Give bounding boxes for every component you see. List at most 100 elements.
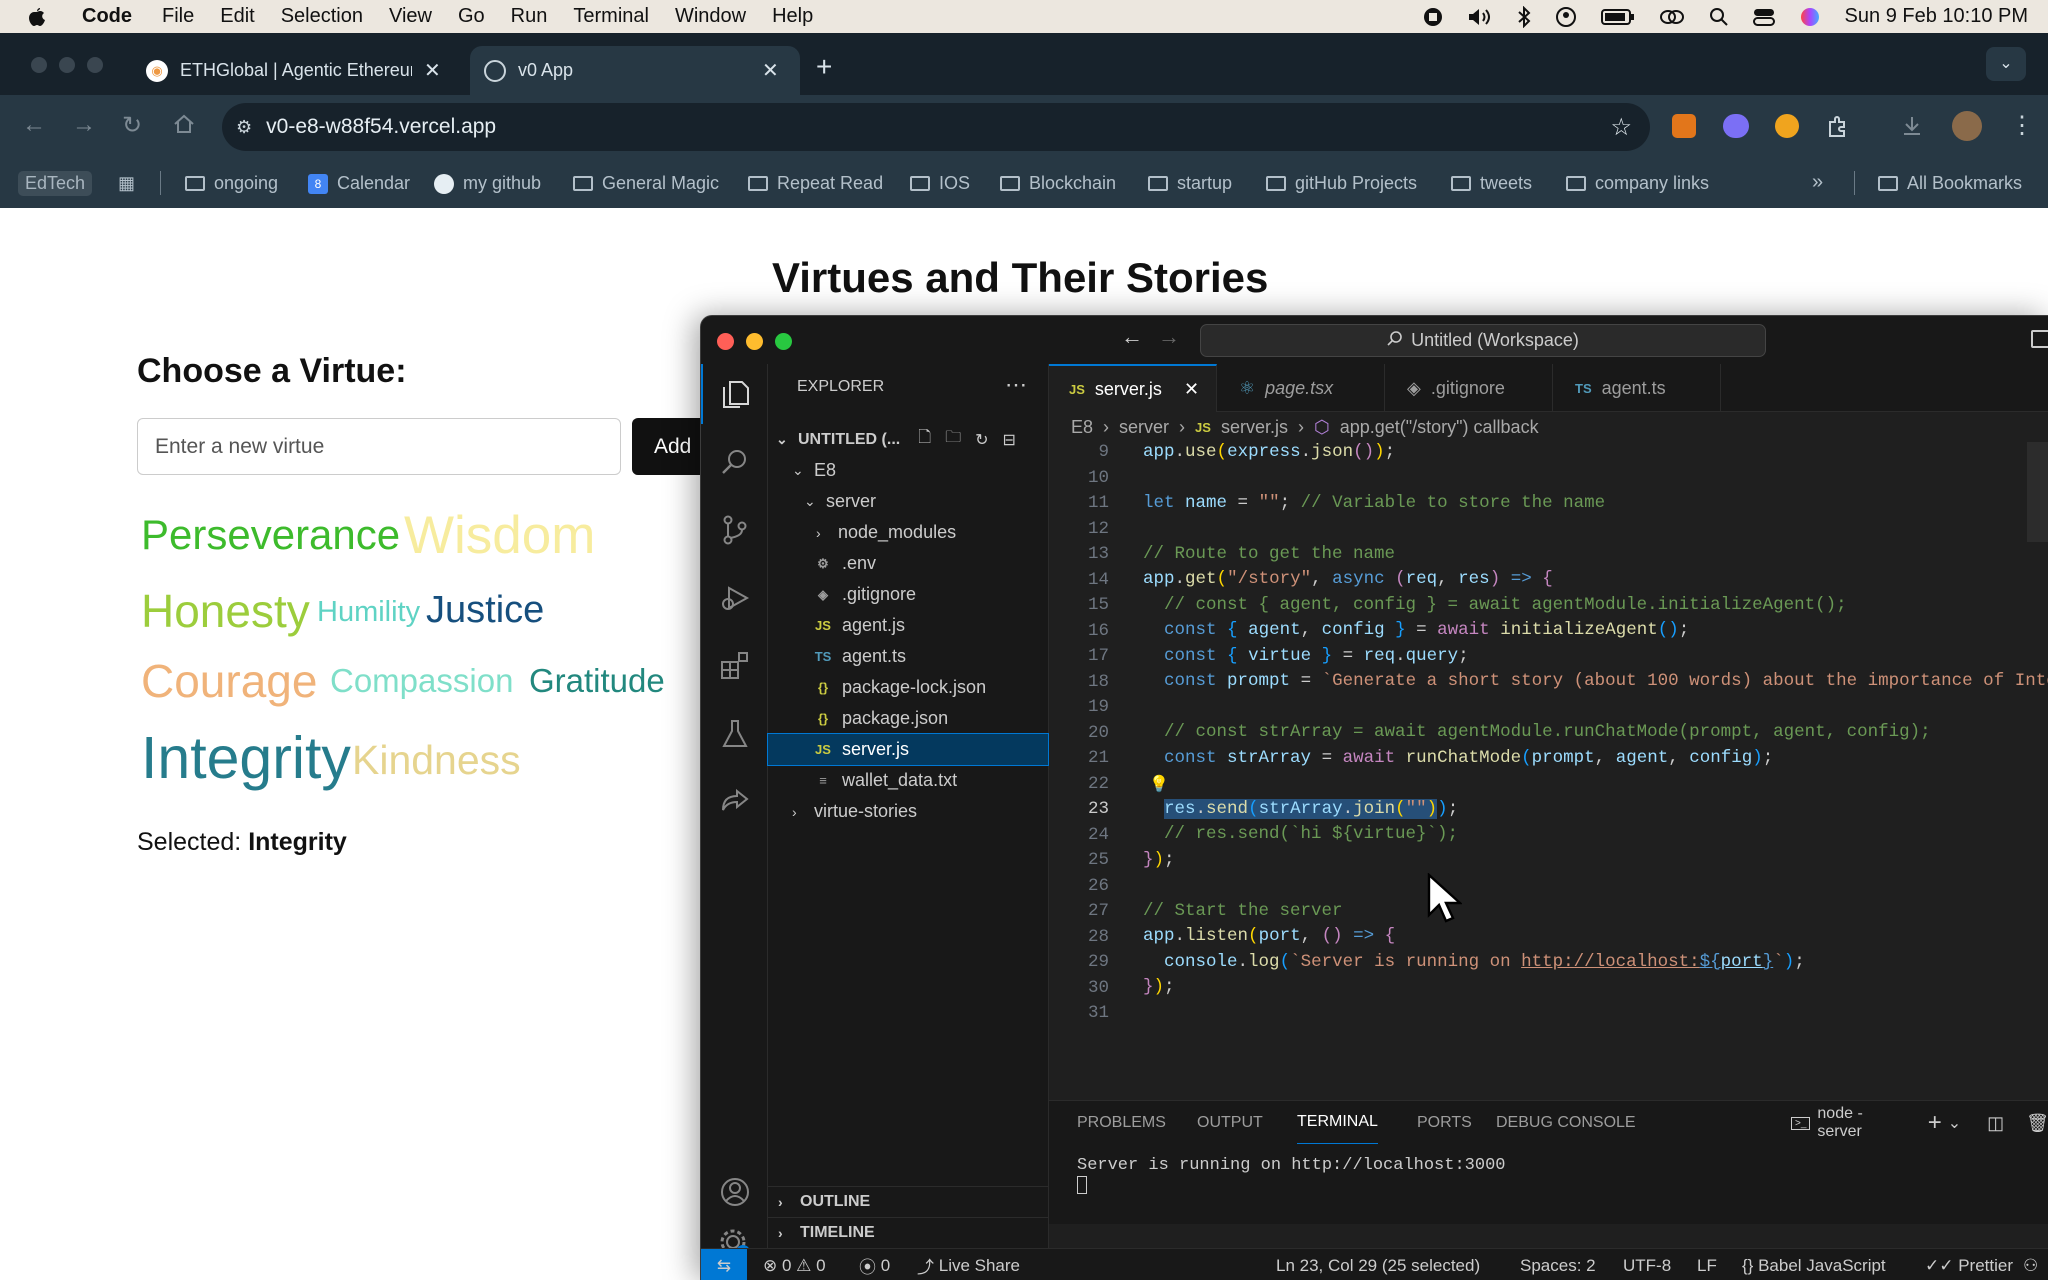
menu-help[interactable]: Help xyxy=(772,5,813,28)
menu-view[interactable]: View xyxy=(389,5,432,28)
accounts-icon[interactable] xyxy=(701,1162,768,1222)
forward-icon[interactable]: → xyxy=(72,111,96,139)
virtue-courage[interactable]: Courage xyxy=(141,654,317,708)
ports-status[interactable]: ⦿ 0 xyxy=(859,1249,890,1280)
terminal-instance[interactable]: >_ node - server + ⌄ ◫ 🗑 xyxy=(1791,1101,2048,1145)
panel-tab-ports[interactable]: PORTS xyxy=(1417,1101,1472,1145)
tree-file-env[interactable]: ⚙ .env xyxy=(768,548,1048,579)
menu-file[interactable]: File xyxy=(162,5,194,28)
prettier-status[interactable]: ✓✓ Prettier xyxy=(1925,1249,2013,1280)
breadcrumb-item[interactable]: app.get("/story") callback xyxy=(1340,417,1539,438)
panel-tab-terminal[interactable]: TERMINAL xyxy=(1297,1101,1378,1145)
virtue-wisdom[interactable]: Wisdom xyxy=(404,505,595,566)
vscode-close-button[interactable] xyxy=(717,333,734,350)
home-icon[interactable] xyxy=(173,113,195,140)
notifications-icon[interactable]: ⚇ xyxy=(2023,1249,2038,1280)
search-icon[interactable] xyxy=(701,432,768,492)
nav-forward-icon[interactable]: → xyxy=(1158,324,1180,350)
new-terminal-icon[interactable]: + xyxy=(1928,1109,1942,1137)
indentation[interactable]: Spaces: 2 xyxy=(1520,1249,1596,1280)
tree-folder-node-modules[interactable]: › node_modules xyxy=(768,517,1048,548)
tab-agent-ts[interactable]: TS agent.ts xyxy=(1553,364,1721,412)
outline-section[interactable]: › OUTLINE xyxy=(768,1186,1048,1217)
trash-icon[interactable]: 🗑 xyxy=(2026,1113,2048,1134)
extensions-puzzle-icon[interactable] xyxy=(1826,114,1850,143)
bookmark-github-projects[interactable]: gitHub Projects xyxy=(1266,159,1417,208)
bookmark-repeat-read[interactable]: Repeat Read xyxy=(748,159,883,208)
all-bookmarks[interactable]: All Bookmarks xyxy=(1878,159,2022,208)
site-info-icon[interactable]: ⚙ xyxy=(236,117,252,138)
more-actions-icon[interactable]: ⋯ xyxy=(1005,372,1027,398)
remote-indicator-icon[interactable]: ⇆ xyxy=(701,1249,747,1280)
menu-window[interactable]: Window xyxy=(675,5,746,28)
menubar-clock[interactable]: Sun 9 Feb 10:10 PM xyxy=(1845,5,2028,28)
command-center[interactable]: Untitled (Workspace) xyxy=(1200,324,1766,357)
extensions-icon[interactable] xyxy=(701,636,768,696)
live-share-status[interactable]: ⤴ Live Share xyxy=(917,1249,1020,1280)
virtue-justice[interactable]: Justice xyxy=(426,589,544,632)
metamask-extension-icon[interactable] xyxy=(1672,114,1696,138)
extension-coin-icon[interactable] xyxy=(1775,114,1799,138)
language-mode[interactable]: {} Babel JavaScript xyxy=(1742,1249,1886,1280)
reload-icon[interactable]: ↻ xyxy=(122,111,142,140)
tree-file-wallet-data[interactable]: ≡ wallet_data.txt xyxy=(768,765,1048,796)
link-icon[interactable] xyxy=(1659,7,1685,27)
panel-tab-output[interactable]: OUTPUT xyxy=(1197,1101,1263,1145)
tab-server-js[interactable]: JS server.js ✕ xyxy=(1049,364,1217,412)
bookmark-company-links[interactable]: company links xyxy=(1566,159,1709,208)
end-of-line[interactable]: LF xyxy=(1697,1249,1717,1280)
browser-tab-v0-app[interactable]: v0 App ✕ xyxy=(470,46,800,95)
volume-icon[interactable] xyxy=(1467,7,1493,27)
menu-run[interactable]: Run xyxy=(511,5,548,28)
url-text[interactable]: v0-e8-w88f54.vercel.app xyxy=(266,115,496,139)
bookmark-ongoing[interactable]: ongoing xyxy=(185,159,278,208)
menu-edit[interactable]: Edit xyxy=(220,5,254,28)
bookmark-star-icon[interactable]: ☆ xyxy=(1610,113,1632,142)
extension-icon[interactable] xyxy=(1723,114,1749,138)
profile-chip[interactable]: EdTech xyxy=(18,171,93,196)
window-minimize-button[interactable] xyxy=(59,57,75,73)
menu-terminal[interactable]: Terminal xyxy=(573,5,649,28)
close-tab-icon[interactable]: ✕ xyxy=(424,58,441,83)
minimap[interactable] xyxy=(2027,442,2048,542)
new-tab-icon[interactable]: + xyxy=(816,51,832,83)
browser-tab-ethglobal[interactable]: ◉ ETHGlobal | Agentic Ethereum ✕ xyxy=(132,46,462,95)
bookmark-ios[interactable]: IOS xyxy=(910,159,970,208)
downloads-icon[interactable] xyxy=(1900,114,1924,143)
tab-search-icon[interactable]: ⌄ xyxy=(1986,47,2026,81)
refresh-icon[interactable]: ↻ xyxy=(975,430,988,450)
cursor-position[interactable]: Ln 23, Col 29 (25 selected) xyxy=(1276,1249,1480,1280)
virtue-perseverance[interactable]: Perseverance xyxy=(141,511,400,559)
chevron-down-icon[interactable]: ⌄ xyxy=(1948,1113,1961,1133)
bookmark-startup[interactable]: startup xyxy=(1148,159,1232,208)
new-virtue-input[interactable] xyxy=(137,418,621,475)
collapse-all-icon[interactable]: ⊟ xyxy=(1003,430,1016,450)
bookmark-general-magic[interactable]: General Magic xyxy=(573,159,719,208)
panel-tab-debug-console[interactable]: DEBUG CONSOLE xyxy=(1496,1101,1636,1145)
tree-file-package-lock-json[interactable]: {} package-lock.json xyxy=(768,672,1048,703)
address-bar[interactable]: ⚙ v0-e8-w88f54.vercel.app ☆ xyxy=(222,103,1650,151)
vscode-zoom-button[interactable] xyxy=(775,333,792,350)
tree-file-agent-ts[interactable]: TS agent.ts xyxy=(768,641,1048,672)
tab-gitignore[interactable]: ◈ .gitignore xyxy=(1385,364,1553,412)
terminal[interactable]: Server is running on http://localhost:30… xyxy=(1049,1144,2048,1224)
back-icon[interactable]: ← xyxy=(22,111,46,139)
close-tab-icon[interactable]: ✕ xyxy=(762,58,779,83)
menu-go[interactable]: Go xyxy=(458,5,485,28)
virtue-kindness[interactable]: Kindness xyxy=(352,737,521,784)
bookmark-my-github[interactable]: my github xyxy=(434,159,541,208)
split-terminal-icon[interactable]: ◫ xyxy=(1987,1113,2004,1134)
virtue-honesty[interactable]: Honesty xyxy=(141,584,310,638)
panel-tab-problems[interactable]: PROBLEMS xyxy=(1077,1101,1166,1145)
bookmark-calendar[interactable]: 8 Calendar xyxy=(308,159,410,208)
tree-file-package-json[interactable]: {} package.json xyxy=(768,703,1048,734)
control-center-icon[interactable] xyxy=(1752,7,1775,27)
virtue-humility[interactable]: Humility xyxy=(317,596,420,629)
virtue-gratitude[interactable]: Gratitude xyxy=(529,662,665,700)
tree-folder-virtue-stories[interactable]: › virtue-stories xyxy=(768,796,1048,827)
explorer-icon[interactable] xyxy=(701,364,768,424)
menu-app-name[interactable]: Code xyxy=(82,5,132,28)
live-share-icon[interactable] xyxy=(701,772,768,832)
more-options-icon[interactable]: ⋮ xyxy=(2010,111,2034,140)
new-file-icon[interactable]: 🗋 xyxy=(918,426,931,453)
